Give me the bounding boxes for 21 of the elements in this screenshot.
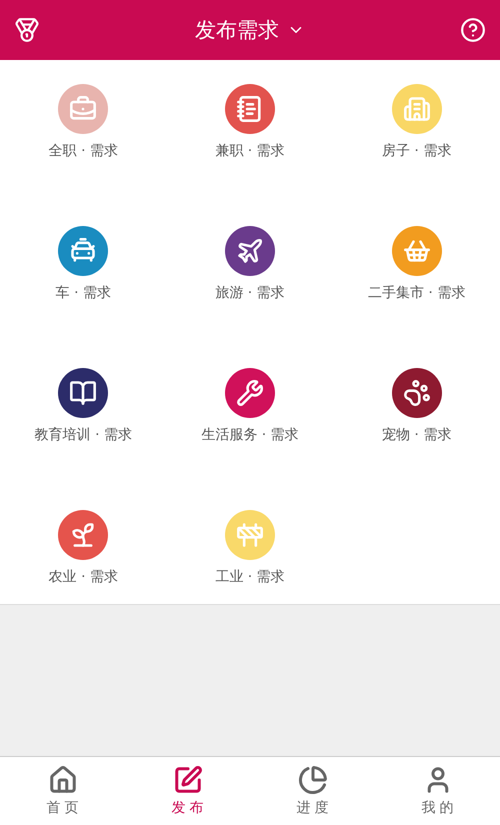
tab-item[interactable]: 发 布	[125, 757, 250, 825]
help-icon[interactable]	[460, 17, 486, 43]
pie-chart-icon	[298, 765, 328, 795]
category-label[interactable]: 农业 · 需求	[48, 568, 118, 586]
category-label[interactable]: 教育培训 · 需求	[34, 426, 132, 444]
category-label[interactable]: 二手集市 · 需求	[368, 284, 466, 302]
category-label[interactable]: 工业 · 需求	[215, 568, 285, 586]
tab-item[interactable]: 首 页	[0, 757, 125, 825]
page-title[interactable]: 发布需求	[195, 16, 279, 44]
category-label[interactable]: 房子 · 需求	[382, 142, 452, 160]
category-label[interactable]: 车 · 需求	[56, 284, 111, 302]
tab-item[interactable]: 我 的	[375, 757, 500, 825]
category-label[interactable]: 旅游 · 需求	[215, 284, 285, 302]
edit-icon	[172, 765, 202, 795]
category-label[interactable]: 全职 · 需求	[48, 142, 118, 160]
medal-icon[interactable]	[14, 17, 40, 43]
tab-item[interactable]: 进 度	[250, 757, 375, 825]
home-icon	[48, 765, 78, 795]
category-label[interactable]: 生活服务 · 需求	[201, 426, 299, 444]
category-label[interactable]: 兼职 · 需求	[215, 142, 285, 160]
category-label[interactable]: 宠物 · 需求	[382, 426, 452, 444]
